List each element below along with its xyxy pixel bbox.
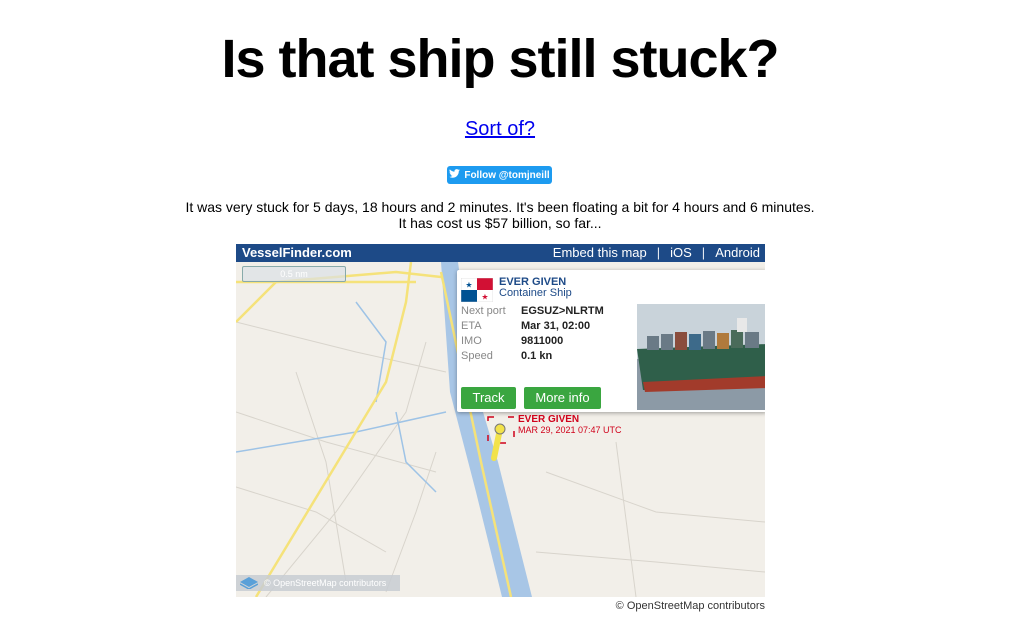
vessel-label: EVER GIVEN MAR 29, 2021 07:47 UTC bbox=[518, 414, 622, 435]
more-info-button[interactable]: More info bbox=[524, 387, 601, 409]
sort-of-link[interactable]: Sort of? bbox=[465, 118, 535, 140]
vessel-popup: ★ ★ EVER GIVEN Container Ship Next port E… bbox=[457, 270, 765, 412]
map-attribution: © OpenStreetMap contributors bbox=[236, 575, 400, 591]
layers-icon[interactable] bbox=[239, 577, 259, 594]
link-separator: | bbox=[656, 245, 661, 260]
twitter-bird-icon bbox=[449, 169, 461, 181]
track-button[interactable]: Track bbox=[461, 387, 516, 409]
twitter-follow-button[interactable]: Follow @tomjneill bbox=[447, 166, 552, 184]
ship-type: Container Ship bbox=[499, 287, 572, 299]
detail-value: 9811000 bbox=[521, 335, 564, 347]
detail-key: Speed bbox=[461, 350, 493, 362]
detail-value: Mar 31, 02:00 bbox=[521, 320, 591, 332]
ship-details: Next port EGSUZ>NLRTM ETA Mar 31, 02:00 IM… bbox=[461, 304, 604, 364]
ios-link[interactable]: iOS bbox=[670, 244, 692, 262]
page-title: Is that ship still stuck? bbox=[221, 29, 779, 89]
detail-row: ETA Mar 31, 02:00 bbox=[461, 319, 604, 334]
vesselfinder-brand[interactable]: VesselFinder.com bbox=[242, 244, 352, 262]
sort-of-link-wrap: Sort of? bbox=[0, 118, 1000, 141]
detail-key: IMO bbox=[461, 335, 482, 347]
android-link[interactable]: Android bbox=[715, 244, 760, 262]
detail-key: Next port bbox=[461, 305, 506, 317]
follow-label: Follow @tomjneill bbox=[464, 169, 550, 181]
status-line-1: It was very stuck for 5 days, 18 hours a… bbox=[185, 199, 815, 215]
svg-text:★: ★ bbox=[465, 281, 472, 290]
detail-value: 0.1 kn bbox=[521, 350, 553, 362]
svg-text:★: ★ bbox=[481, 293, 488, 302]
footer-credit: © OpenStreetMap contributors bbox=[615, 600, 765, 612]
panama-flag-icon: ★ ★ bbox=[460, 277, 494, 303]
ship-photo bbox=[637, 304, 765, 410]
link-separator: | bbox=[701, 245, 706, 260]
vessel-label-time: MAR 29, 2021 07:47 UTC bbox=[518, 425, 622, 435]
detail-value: EGSUZ>NLRTM bbox=[521, 305, 604, 317]
osm-attribution: © OpenStreetMap contributors bbox=[264, 578, 387, 588]
detail-key: ETA bbox=[461, 320, 482, 332]
vessel-map[interactable]: VesselFinder.com Embed this map | iOS | … bbox=[236, 244, 765, 597]
map-header-bar: VesselFinder.com Embed this map | iOS | … bbox=[236, 244, 765, 262]
stuck-status: It was very stuck for 5 days, 18 hours a… bbox=[0, 199, 1000, 231]
map-scale: 0.5 nm bbox=[242, 266, 346, 282]
map-links: Embed this map | iOS | Android bbox=[553, 244, 760, 262]
vessel-label-name: EVER GIVEN bbox=[518, 414, 580, 425]
status-line-2: It has cost us $57 billion, so far... bbox=[398, 215, 602, 231]
detail-row: Next port EGSUZ>NLRTM bbox=[461, 304, 604, 319]
detail-row: IMO 9811000 bbox=[461, 334, 604, 349]
embed-map-link[interactable]: Embed this map bbox=[553, 244, 647, 262]
detail-row: Speed 0.1 kn bbox=[461, 349, 604, 364]
